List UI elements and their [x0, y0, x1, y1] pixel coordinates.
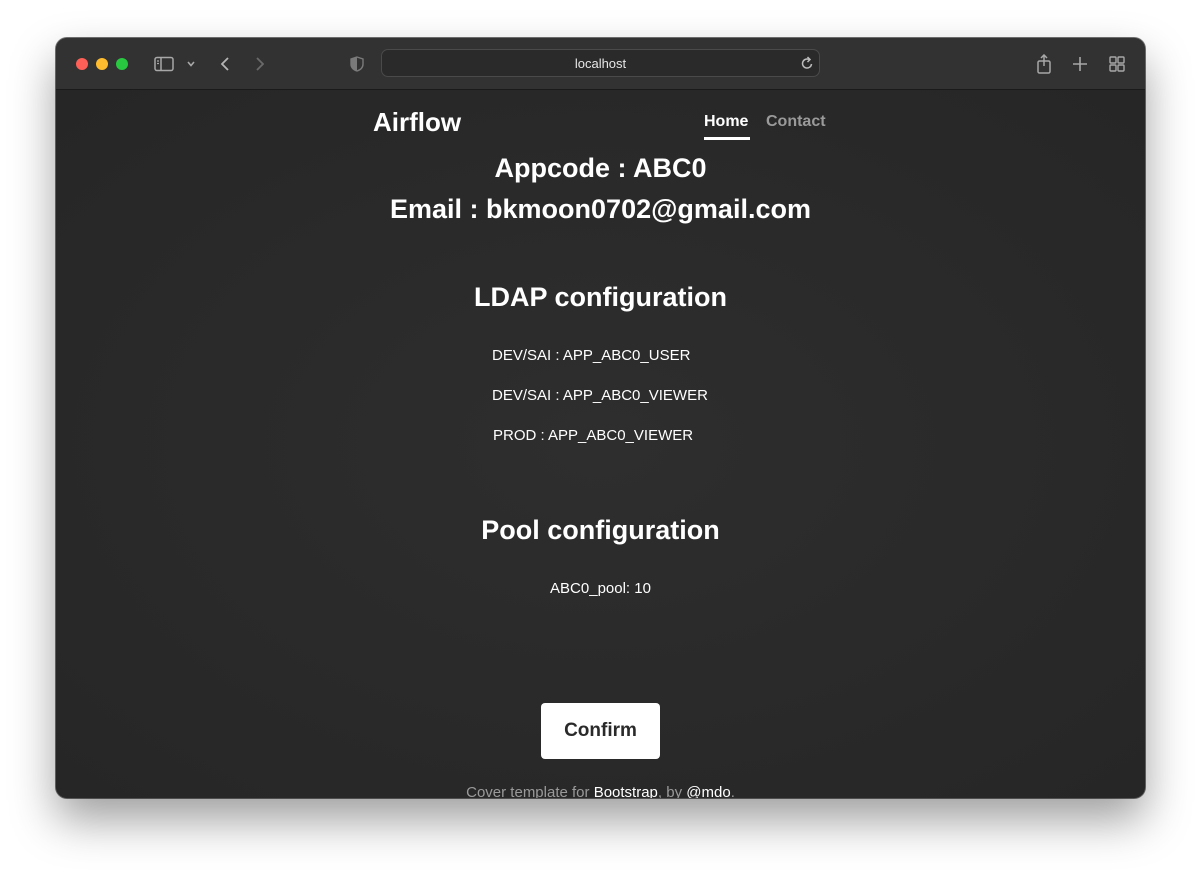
- ldap-section-title: LDAP configuration: [474, 282, 727, 312]
- reload-icon[interactable]: [800, 55, 814, 76]
- address-text: localhost: [574, 56, 627, 71]
- footer-prefix: Cover template for: [466, 784, 594, 798]
- minimize-window-button[interactable]: [96, 58, 108, 70]
- nav-contact-link[interactable]: Contact: [766, 113, 826, 131]
- page-content: Airflow Home Contact Appcode : ABC0 Emai…: [56, 90, 1145, 798]
- tab-overview-icon[interactable]: [1108, 52, 1126, 76]
- footer-middle: , by: [657, 784, 687, 798]
- shield-icon[interactable]: [349, 52, 365, 76]
- browser-toolbar: localhost: [56, 38, 1145, 90]
- maximize-window-button[interactable]: [116, 58, 128, 70]
- nav-active-indicator: [704, 137, 750, 140]
- forward-icon[interactable]: [253, 52, 267, 76]
- share-icon[interactable]: [1035, 52, 1053, 76]
- footer: Cover template for Bootstrap, by @mdo.: [56, 784, 1145, 798]
- appcode-heading: Appcode : ABC0: [494, 153, 707, 183]
- pool-item: ABC0_pool: 10: [550, 580, 651, 597]
- chevron-down-icon[interactable]: [185, 52, 197, 76]
- address-bar[interactable]: localhost: [381, 49, 820, 77]
- mdo-link[interactable]: @mdo: [686, 784, 730, 798]
- footer-suffix: .: [730, 784, 735, 798]
- new-tab-icon[interactable]: [1071, 52, 1089, 76]
- pool-section-title: Pool configuration: [481, 515, 720, 545]
- bootstrap-link[interactable]: Bootstrap: [594, 784, 658, 798]
- ldap-item: PROD : APP_ABC0_VIEWER: [493, 427, 694, 444]
- ldap-item: DEV/SAI : APP_ABC0_VIEWER: [492, 387, 708, 404]
- confirm-button[interactable]: Confirm: [541, 703, 660, 759]
- email-heading: Email : bkmoon0702@gmail.com: [390, 194, 811, 224]
- close-window-button[interactable]: [76, 58, 88, 70]
- sidebar-icon[interactable]: [153, 52, 175, 76]
- back-icon[interactable]: [218, 52, 232, 76]
- brand-title: Airflow: [373, 107, 462, 137]
- nav-home-link[interactable]: Home: [704, 113, 748, 131]
- browser-window: localhost Airflow Home Contact Appcode :…: [56, 38, 1145, 798]
- ldap-item: DEV/SAI : APP_ABC0_USER: [492, 347, 691, 364]
